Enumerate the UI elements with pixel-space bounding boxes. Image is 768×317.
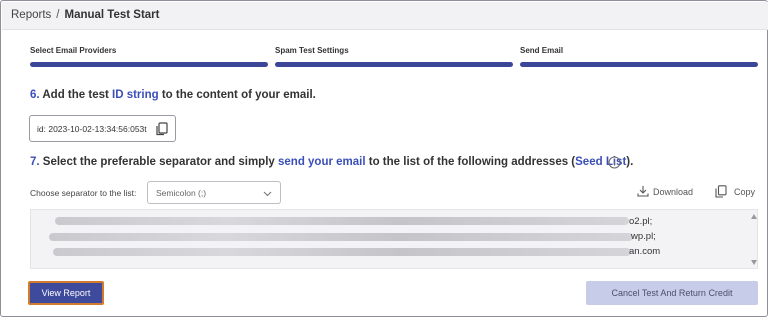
- cancel-test-button[interactable]: Cancel Test And Return Credit: [586, 281, 758, 305]
- copy-label: Copy: [734, 187, 756, 197]
- test-id-field[interactable]: id: 2023-10-02-13:34:56:053t: [29, 115, 176, 142]
- breadcrumb-separator: /: [56, 9, 60, 21]
- step-select-email-providers[interactable]: Select Email Providers: [30, 46, 116, 55]
- copy-list-button[interactable]: Copy: [715, 185, 757, 199]
- chevron-down-icon: [263, 191, 272, 197]
- step-send-email[interactable]: Send Email: [520, 46, 563, 55]
- step-progress-bar-2: [275, 62, 513, 67]
- step-6-heading: 6. Add the test ID string to the content…: [30, 89, 316, 101]
- test-id-value: id: 2023-10-02-13:34:56:053t: [37, 124, 147, 134]
- send-your-email-link[interactable]: send your email: [278, 156, 366, 168]
- copy-icon[interactable]: [155, 122, 169, 136]
- step-6-text-before: Add the test: [42, 89, 113, 101]
- separator-selected-value: Semicolon (;): [156, 188, 207, 198]
- step-7-text-before: Select the preferable separator and simp…: [42, 156, 278, 168]
- info-icon[interactable]: [608, 156, 621, 169]
- seed-address-ending-1: o2.pl;: [629, 216, 653, 227]
- download-icon: [637, 186, 649, 197]
- scroll-down-arrow-icon[interactable]: [751, 260, 757, 265]
- step-6-text-after: to the content of your email.: [158, 89, 316, 101]
- step-7-number: 7.: [30, 156, 40, 168]
- separator-label: Choose separator to the list:: [30, 188, 137, 198]
- step-6-number: 6.: [30, 89, 40, 101]
- breadcrumb-reports-link[interactable]: Reports: [11, 9, 51, 21]
- breadcrumb-bar: Reports / Manual Test Start: [2, 2, 768, 30]
- seed-list-textarea[interactable]: o2.pl; wp.pl; an.com: [30, 209, 758, 269]
- separator-select[interactable]: Semicolon (;): [147, 181, 281, 204]
- breadcrumb-current: Manual Test Start: [64, 9, 160, 21]
- step-7-text-after: ).: [626, 156, 634, 168]
- id-string-link[interactable]: ID string: [112, 89, 159, 101]
- copy-icon: [715, 185, 727, 198]
- step-spam-test-settings[interactable]: Spam Test Settings: [275, 46, 349, 55]
- seed-address-ending-2: wp.pl;: [631, 231, 656, 242]
- seed-address-ending-3: an.com: [629, 246, 661, 257]
- manual-test-window: Reports / Manual Test Start Select Email P…: [0, 0, 768, 317]
- seed-address-blurred-3: [53, 248, 631, 256]
- download-button[interactable]: Download: [637, 185, 697, 199]
- seed-address-blurred-1: [55, 217, 629, 225]
- step-progress-bar-1: [30, 62, 268, 67]
- breadcrumb: Reports / Manual Test Start: [11, 9, 159, 21]
- step-7-text-middle: to the list of the following addresses (: [365, 156, 576, 168]
- view-report-button[interactable]: View Report: [28, 281, 104, 305]
- download-label: Download: [653, 187, 694, 197]
- seed-address-blurred-2: [49, 233, 633, 241]
- step-progress-bar-3: [520, 62, 758, 67]
- scroll-up-arrow-icon[interactable]: [751, 214, 757, 219]
- step-7-heading: 7. Select the preferable separator and s…: [30, 156, 633, 168]
